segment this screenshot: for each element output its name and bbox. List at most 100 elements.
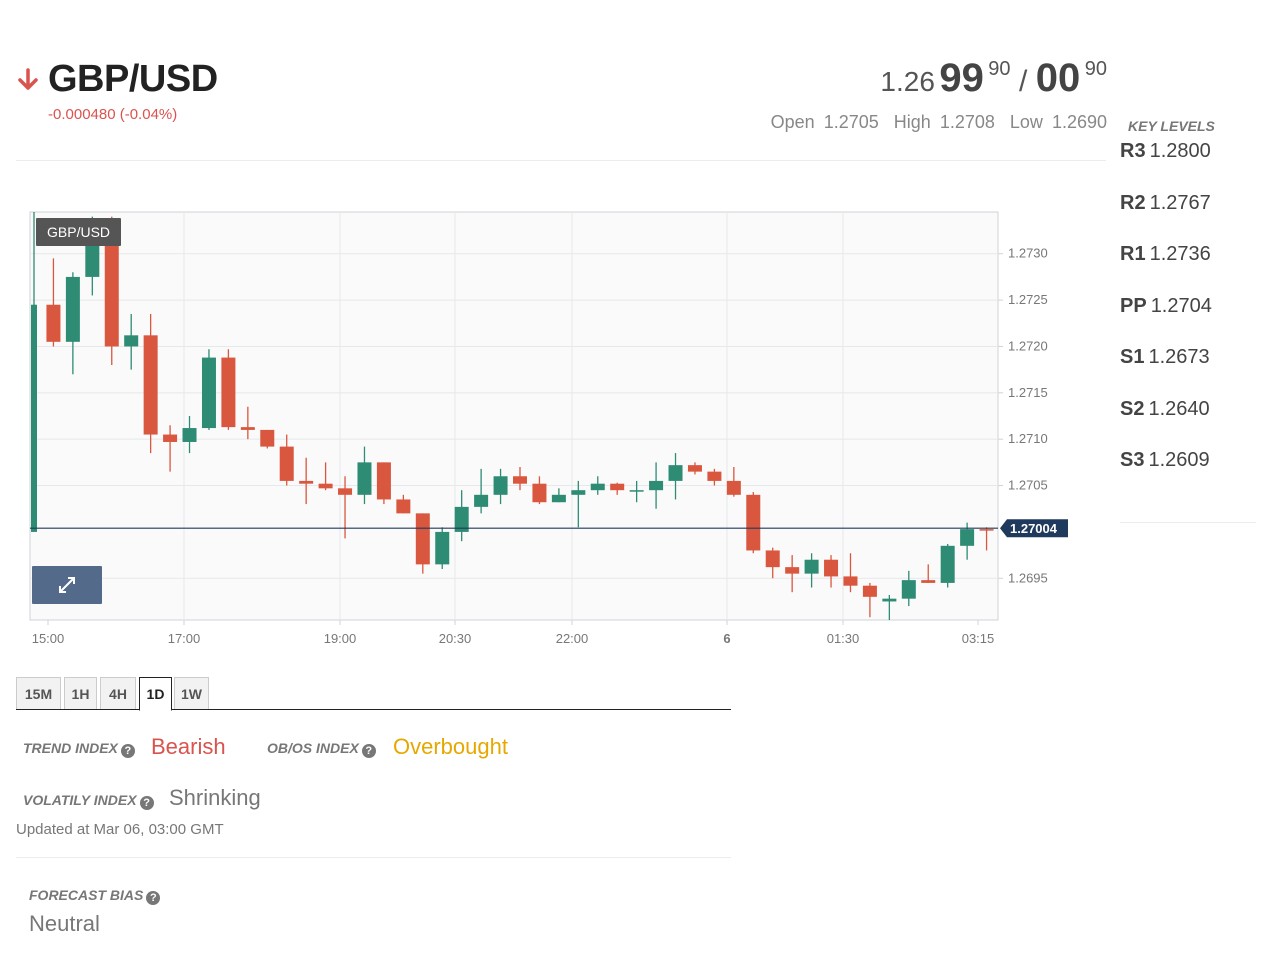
y-tick-label: 1.2715 — [1008, 385, 1048, 400]
candlestick-chart[interactable]: 1.2730 1.2725 1.2720 1.2715 1.2710 1.2705 1.26… — [0, 200, 1110, 660]
candle-body — [726, 480, 741, 495]
header-divider — [16, 160, 1106, 161]
candle-body — [610, 483, 625, 491]
x-tick-label: 01:30 — [827, 631, 860, 646]
key-level-name: R1 — [1120, 243, 1146, 265]
y-tick-label: 1.2710 — [1008, 431, 1048, 446]
candle-body — [31, 304, 37, 532]
volatility-index-label-text: VOLATILY INDEX — [23, 792, 137, 808]
pair-name: GBP/USD — [48, 58, 218, 100]
forecast-bias-value: Neutral — [29, 911, 100, 936]
obos-index-label: OB/OS INDEX? — [267, 740, 376, 758]
candle-body — [318, 483, 333, 489]
candle-body — [474, 494, 489, 507]
key-level-name: R3 — [1120, 140, 1146, 162]
candle-body — [182, 428, 197, 442]
open-value: 1.2705 — [823, 112, 879, 132]
candle-body — [824, 559, 839, 577]
price-chart[interactable]: 1.2730 1.2725 1.2720 1.2715 1.2710 1.2705 1.26… — [0, 200, 1110, 660]
key-levels-divider — [1120, 522, 1256, 523]
updated-timestamp: Updated at Mar 06, 03:00 GMT — [16, 821, 224, 838]
obos-index-value: Overbought — [393, 734, 508, 759]
y-tick-label: 1.2705 — [1008, 478, 1048, 493]
x-tick-label: 03:15 — [962, 631, 995, 646]
ask-pip: 90 — [1084, 58, 1107, 80]
candle-body — [415, 513, 430, 565]
key-levels-title: KEY LEVELS — [1128, 118, 1215, 134]
tab-15m[interactable]: 15M — [16, 677, 61, 709]
candle-body — [590, 483, 605, 491]
candle-body — [357, 462, 372, 495]
x-tick-label: 15:00 — [32, 631, 65, 646]
key-level-s1: S1 1.2673 — [1120, 346, 1256, 398]
tab-4h[interactable]: 4H — [100, 677, 136, 709]
section-divider — [16, 857, 731, 858]
chart-pair-tag: GBP/USD — [36, 218, 122, 246]
candle-body — [862, 585, 877, 597]
key-level-r1: R1 1.2736 — [1120, 243, 1256, 295]
candle-body — [376, 462, 391, 500]
candle-body — [785, 567, 800, 574]
candle-body — [299, 480, 314, 484]
forecast-bias-label: FORECAST BIAS? — [29, 887, 161, 905]
candle-body — [279, 446, 294, 481]
expand-chart-button[interactable] — [32, 566, 102, 604]
candle-body — [901, 580, 916, 599]
candle-body — [843, 576, 858, 586]
candle-body — [649, 480, 664, 491]
volatility-index-value: Shrinking — [169, 785, 261, 810]
forecast-bias-label-text: FORECAST BIAS — [29, 887, 144, 903]
expand-arrows-icon — [59, 577, 75, 593]
key-level-name: S2 — [1120, 397, 1145, 420]
candle-body — [201, 357, 216, 429]
help-icon[interactable]: ? — [361, 744, 376, 758]
key-level-value: 1.2609 — [1148, 449, 1210, 471]
arrow-down-icon — [18, 68, 38, 90]
volatility-index-label: VOLATILY INDEX? — [23, 792, 154, 810]
y-tick-label: 1.2730 — [1008, 246, 1048, 261]
y-tick-label: 1.2725 — [1008, 292, 1048, 307]
key-level-value: 1.2640 — [1148, 397, 1210, 420]
obos-index-label-text: OB/OS INDEX — [267, 740, 359, 756]
candle-body — [707, 471, 722, 481]
candle-body — [571, 490, 586, 495]
help-icon[interactable]: ? — [139, 796, 154, 810]
key-level-value: 1.2767 — [1149, 191, 1211, 214]
key-level-name: PP — [1120, 294, 1147, 317]
y-tick-label: 1.2695 — [1008, 570, 1048, 585]
last-price-label: 1.27004 — [1010, 521, 1058, 536]
candle-body — [338, 488, 353, 495]
quote-separator: / — [1019, 65, 1028, 98]
candle-body — [435, 531, 450, 565]
high-value: 1.2708 — [939, 112, 995, 132]
candle-body — [396, 499, 411, 514]
trend-index-label-text: TREND INDEX — [23, 740, 118, 756]
price-change: -0.000480 (-0.04%) — [48, 106, 178, 123]
key-level-s2: S2 1.2640 — [1120, 398, 1256, 450]
x-tick-label: 6 — [723, 631, 730, 646]
help-icon[interactable]: ? — [120, 744, 135, 758]
candle-body — [804, 559, 819, 574]
candle-body — [143, 335, 158, 435]
key-level-pp: PP 1.2704 — [1120, 295, 1256, 347]
candle-body — [668, 465, 683, 481]
key-level-name: S3 — [1120, 449, 1145, 471]
tab-1w[interactable]: 1W — [174, 677, 209, 709]
plot-area — [29, 211, 999, 621]
candle-body — [513, 476, 527, 484]
candle-body — [65, 276, 80, 342]
key-levels-list: R3 1.2800 R2 1.2767 R1 1.2736 PP 1.2704 S1 1.2673… — [1120, 140, 1256, 501]
help-icon[interactable]: ? — [146, 891, 161, 905]
timeframe-tabs: 15M 1H 4H 1D 1W — [16, 677, 731, 711]
bid-big-figure: 99 — [939, 56, 984, 100]
key-level-r2: R2 1.2767 — [1120, 192, 1256, 244]
candle-body — [629, 490, 644, 492]
candle-body — [882, 598, 897, 602]
bid-pip: 90 — [988, 58, 1011, 80]
candle-body — [687, 465, 702, 472]
tab-1h[interactable]: 1H — [64, 677, 97, 709]
tab-1d[interactable]: 1D — [139, 677, 172, 711]
candle-body — [260, 429, 275, 447]
key-level-value: 1.2704 — [1150, 294, 1212, 317]
key-level-s3: S3 1.2609 — [1120, 449, 1256, 501]
